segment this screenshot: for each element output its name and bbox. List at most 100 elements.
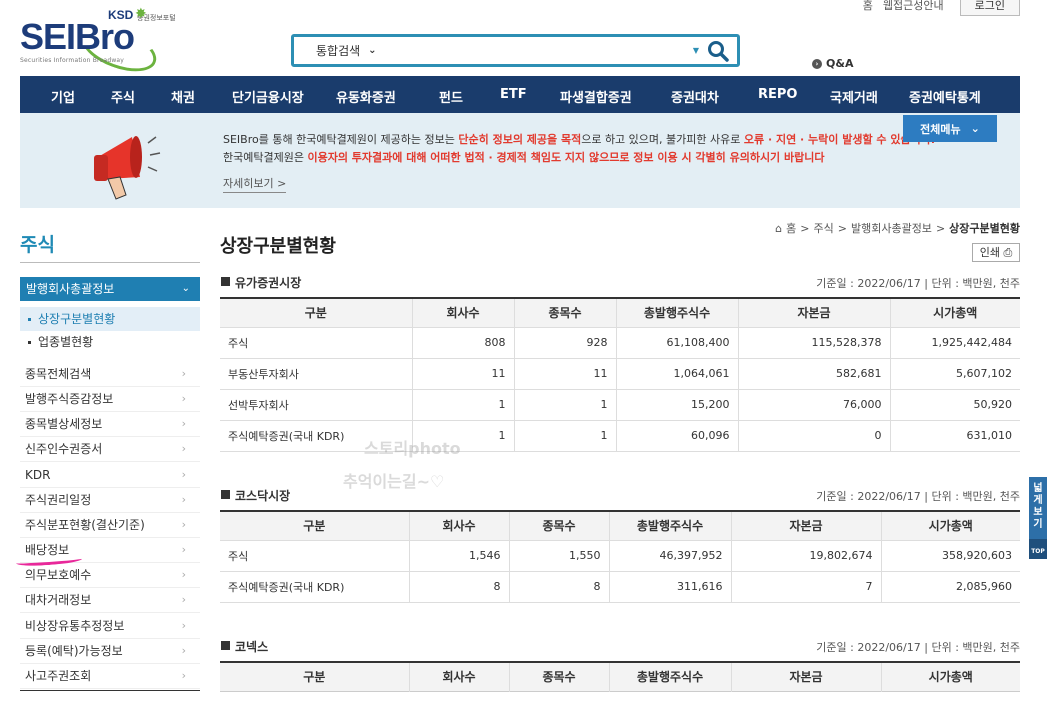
- column-header: 시가총액: [889, 298, 1020, 327]
- chevron-right-icon: ›: [181, 619, 186, 632]
- nav-item[interactable]: 국제거래: [830, 87, 878, 106]
- sidebar-item[interactable]: 종목전체검색 ›: [20, 362, 200, 387]
- home-icon: ⌂: [775, 221, 783, 235]
- chevron-right-icon: ›: [181, 442, 186, 455]
- sidebar-item[interactable]: 종목별상세정보 ›: [20, 412, 200, 437]
- home-link[interactable]: 홈: [863, 0, 873, 12]
- table-row: 주식 808 928 61,108,400 115,528,378 1,925,442,4…: [220, 326, 1020, 359]
- wide-view-tab[interactable]: 넓게보기 TOP: [1029, 477, 1047, 559]
- nav-item[interactable]: REPO: [758, 87, 797, 102]
- notice-banner: SEIBro를 통해 한국예탁결제원이 제공하는 정보는 단순히 정보의 제공을…: [20, 113, 1020, 208]
- arrow-circle-icon: ›: [812, 58, 822, 69]
- table-row: 부동산투자회사 11 11 1,064,061 582,681 5,607,102: [220, 357, 1020, 390]
- chevron-right-icon: ›: [181, 644, 186, 657]
- sidebar-title: 주식: [20, 234, 55, 256]
- column-header: 회사수: [411, 298, 515, 327]
- column-header: 종목수: [508, 662, 610, 691]
- section-title: 유가증권시장: [235, 276, 302, 290]
- brand-wordmark: SEIBro: [20, 16, 135, 57]
- sidebar-item[interactable]: KDR ›: [20, 463, 200, 488]
- breadcrumb: ⌂ 홈 > 주식 > 발행회사총괄정보 > 상장구분별현황: [775, 221, 1020, 236]
- sidebar-divider: [20, 262, 200, 263]
- chevron-right-icon: ›: [181, 493, 186, 506]
- nav-item[interactable]: ETF: [500, 87, 527, 102]
- nav-item[interactable]: 주식: [111, 87, 135, 106]
- chevron-right-icon: ›: [181, 367, 186, 380]
- section-title: 코스닥시장: [235, 489, 291, 503]
- more-details-link[interactable]: 자세히보기 >: [223, 175, 287, 193]
- chevron-right-icon: ›: [181, 417, 186, 430]
- table-row: 주식예탁증권(국내 KDR) 1 1 60,096 0 631,010: [220, 419, 1020, 452]
- sidebar-item[interactable]: 신주인수권증서 ›: [20, 437, 200, 462]
- accessibility-link[interactable]: 웹접근성안내: [883, 0, 944, 12]
- table-row: 주식예탁증권(국내 KDR) 8 8 311,616 7 2,085,960: [220, 570, 1020, 603]
- column-header: 총발행주식수: [608, 511, 732, 540]
- column-header: 종목수: [508, 511, 610, 540]
- nav-item[interactable]: 유동화증권: [336, 87, 396, 106]
- nav-item[interactable]: 증권대차: [671, 87, 719, 106]
- data-table-kospi: 구분 회사수 종목수 총발행주식수 자본금 시가총액 주식 808 928 61,10…: [220, 297, 1020, 452]
- top-button[interactable]: TOP: [1029, 539, 1047, 559]
- megaphone-icon: [94, 136, 161, 200]
- page-title: 상장구분별현황: [220, 236, 336, 257]
- sidebar-item[interactable]: 발행주식증감정보 ›: [20, 387, 200, 412]
- column-header: 자본금: [730, 662, 882, 691]
- chevron-down-icon: ⌄: [970, 122, 980, 135]
- notice-text: SEIBro를 통해 한국예탁결제원이 제공하는 정보는 단순히 정보의 제공을…: [223, 133, 936, 164]
- sidebar-sub-listing-status[interactable]: 상장구분별현황: [20, 307, 200, 331]
- section-meta: 기준일 : 2022/06/17 | 단위 : 백만원, 천주: [816, 490, 1020, 503]
- sidebar-item[interactable]: 대차거래정보 ›: [20, 588, 200, 613]
- column-header: 구분: [220, 511, 410, 540]
- print-button[interactable]: 인쇄 ⎙: [972, 243, 1020, 262]
- sidebar-sub-industry-status[interactable]: 업종별현황: [20, 330, 200, 354]
- search-icon[interactable]: [707, 40, 729, 62]
- column-header: 시가총액: [880, 511, 1020, 540]
- column-header: 구분: [220, 298, 413, 327]
- qa-link[interactable]: › Q&A: [812, 57, 853, 70]
- dropdown-triangle-icon[interactable]: ▼: [693, 46, 699, 55]
- sidebar-item-issuer-overview[interactable]: 발행회사총괄정보 ⌄: [20, 277, 200, 301]
- section-title: 코넥스: [235, 640, 269, 654]
- data-table-konex: 구분 회사수 종목수 총발행주식수 자본금 시가총액: [220, 661, 1020, 692]
- chevron-right-icon: ›: [181, 593, 186, 606]
- watermark: 추억이는길~♡: [343, 472, 445, 491]
- sidebar-bottom-rule: [20, 690, 200, 691]
- nav-item[interactable]: 채권: [171, 87, 195, 106]
- all-menu-button[interactable]: 전체메뉴 ⌄: [903, 115, 997, 142]
- printer-icon: ⎙: [1003, 246, 1013, 259]
- table-row: 주식 1,546 1,550 46,397,952 19,802,674 358,920,…: [220, 539, 1020, 572]
- sidebar-item[interactable]: 등록(예탁)가능정보 ›: [20, 639, 200, 664]
- section-header: 유가증권시장 기준일 : 2022/06/17 | 단위 : 백만원, 천주: [220, 274, 1020, 290]
- chevron-right-icon: ›: [181, 543, 186, 556]
- sidebar-item[interactable]: 의무보호예수 ›: [20, 563, 200, 588]
- sidebar-item[interactable]: 비상장유통추정정보 ›: [20, 614, 200, 639]
- nav-item[interactable]: 기업: [51, 87, 75, 106]
- column-header: 시가총액: [880, 662, 1020, 691]
- chevron-right-icon: ›: [181, 669, 186, 682]
- nav-item[interactable]: 펀드: [439, 87, 463, 106]
- sidebar-item[interactable]: 주식권리일정 ›: [20, 488, 200, 513]
- seibro-logo[interactable]: KSD 증권정보포털 ✸ SEIBro Securities Informati…: [20, 6, 195, 81]
- chevron-down-icon: ⌄: [181, 283, 190, 294]
- brand-subtitle: Securities Information Broadway: [20, 57, 125, 64]
- utility-bar: 홈 웹접근성안내 로그인: [863, 0, 1020, 16]
- nav-item[interactable]: 단기금융시장: [232, 87, 304, 106]
- chevron-down-icon: ⌄: [368, 45, 377, 56]
- column-header: 종목수: [513, 298, 617, 327]
- nav-item[interactable]: 파생결합증권: [560, 87, 632, 106]
- login-button[interactable]: 로그인: [959, 0, 1020, 16]
- chevron-right-icon: ›: [181, 392, 186, 405]
- search-scope-select[interactable]: 통합검색 ⌄: [316, 42, 377, 59]
- column-header: 구분: [220, 662, 410, 691]
- section-meta: 기준일 : 2022/06/17 | 단위 : 백만원, 천주: [816, 277, 1020, 290]
- search-box[interactable]: 통합검색 ⌄ ▼: [291, 34, 740, 67]
- nav-item[interactable]: 증권예탁통계: [909, 87, 981, 106]
- sidebar-item[interactable]: 사고주권조회 ›: [20, 664, 200, 689]
- column-header: 회사수: [408, 511, 510, 540]
- sidebar-item[interactable]: 주식분포현황(결산기준) ›: [20, 513, 200, 538]
- column-header: 회사수: [408, 662, 510, 691]
- chevron-right-icon: ›: [181, 518, 186, 531]
- column-header: 자본금: [737, 298, 891, 327]
- data-table-kosdaq: 구분 회사수 종목수 총발행주식수 자본금 시가총액 주식 1,546 1,550 4…: [220, 510, 1020, 603]
- column-header: 총발행주식수: [615, 298, 739, 327]
